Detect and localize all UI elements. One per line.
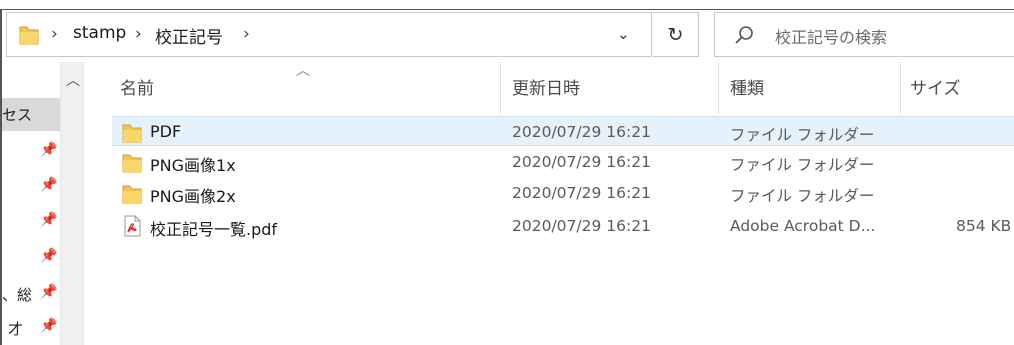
file-type: Adobe Acrobat D... (730, 217, 876, 235)
nav-item-label[interactable]: 、総 (2, 284, 32, 305)
folder-icon (122, 124, 142, 143)
nav-item-label[interactable]: 才 (8, 318, 23, 339)
breadcrumb-separator[interactable]: › (243, 24, 250, 44)
chevron-down-icon[interactable]: ⌄ (617, 25, 630, 43)
file-size: 854 KB (956, 217, 1012, 235)
pin-icon[interactable]: 📌 (40, 318, 57, 334)
file-name: PNG画像2x (150, 187, 236, 206)
sort-ascending-icon: ︿ (296, 63, 310, 79)
file-row[interactable]: PDF 2020/07/29 16:21 ファイル フォルダー (112, 116, 1014, 146)
file-modified: 2020/07/29 16:21 (512, 153, 651, 171)
search-icon (735, 26, 753, 44)
column-divider[interactable] (900, 62, 901, 114)
column-divider[interactable] (500, 62, 501, 114)
window-frame-top (0, 9, 1014, 10)
breadcrumb-stamp[interactable]: stamp (73, 23, 126, 43)
pdf-icon (124, 215, 141, 237)
column-header-modified[interactable]: 更新日時 (512, 74, 580, 99)
breadcrumb-separator[interactable]: › (135, 24, 142, 44)
file-modified: 2020/07/29 16:21 (512, 123, 651, 141)
pin-icon[interactable]: 📌 (40, 248, 57, 264)
search-placeholder: 校正記号の検索 (775, 28, 888, 47)
nav-scrollbar[interactable]: ︿ (60, 62, 84, 345)
refresh-button[interactable]: ↻ (653, 12, 699, 57)
chevron-up-icon[interactable]: ︿ (66, 70, 80, 90)
file-row[interactable]: PNG画像1x 2020/07/29 16:21 ファイル フォルダー (112, 147, 1014, 177)
file-modified: 2020/07/29 16:21 (512, 184, 651, 202)
file-name: PNG画像1x (150, 156, 236, 175)
column-divider[interactable] (718, 62, 719, 114)
file-name: 校正記号一覧.pdf (150, 220, 278, 239)
folder-icon (122, 154, 142, 173)
file-name: PDF (150, 122, 182, 141)
column-header-type[interactable]: 種類 (730, 74, 764, 99)
address-bar[interactable]: › stamp › 校正記号 › ⌄ (6, 12, 652, 57)
file-type: ファイル フォルダー (730, 187, 875, 205)
refresh-icon: ↻ (667, 23, 684, 46)
column-header-size[interactable]: サイズ (910, 74, 961, 99)
file-type: ファイル フォルダー (730, 156, 875, 174)
pin-icon[interactable]: 📌 (40, 212, 57, 228)
pin-icon[interactable]: 📌 (40, 177, 57, 193)
pin-icon[interactable]: 📌 (40, 284, 57, 300)
file-row[interactable]: 校正記号一覧.pdf 2020/07/29 16:21 Adobe Acroba… (112, 211, 1014, 241)
folder-icon (19, 26, 39, 45)
breadcrumb-current-folder[interactable]: 校正記号 (155, 23, 223, 48)
file-row[interactable]: PNG画像2x 2020/07/29 16:21 ファイル フォルダー (112, 178, 1014, 208)
folder-icon (122, 185, 142, 204)
navigation-pane[interactable]: セス 📌 📌 📌 📌 、総 📌 才 📌 (2, 62, 60, 345)
nav-item-label[interactable]: セス (2, 104, 32, 125)
file-modified: 2020/07/29 16:21 (512, 217, 651, 235)
search-input[interactable]: 校正記号の検索 (714, 12, 1014, 57)
pin-icon[interactable]: 📌 (40, 142, 57, 158)
breadcrumb-separator: › (51, 24, 58, 44)
file-type: ファイル フォルダー (730, 126, 875, 144)
column-header-name[interactable]: 名前 (120, 74, 154, 99)
